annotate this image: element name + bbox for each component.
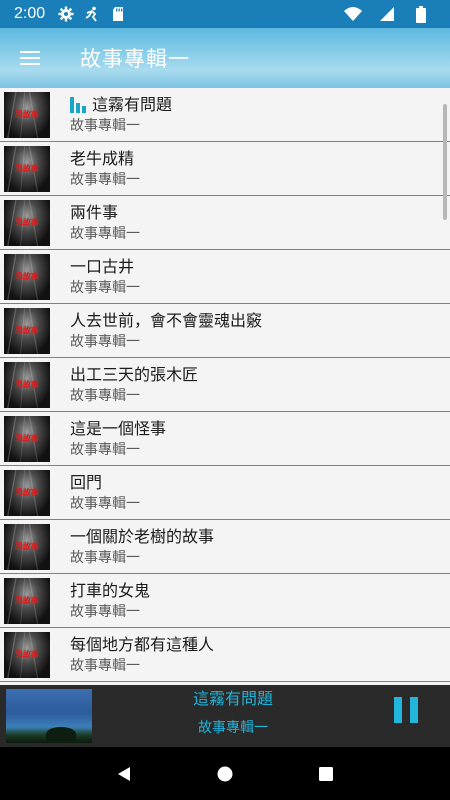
list-item-subtitle: 故事專輯一 <box>70 441 140 458</box>
recents-button[interactable] <box>314 762 338 786</box>
list-item-title-text: 回門 <box>70 472 103 492</box>
story-thumbnail: 恐故事 <box>4 307 50 354</box>
list-item-title: 這是一個怪事 <box>70 418 166 440</box>
list-item[interactable]: 恐故事 老牛成精故事專輯一 <box>0 142 450 196</box>
thumbnail-label: 恐故事 <box>15 486 39 497</box>
signal-icon <box>378 5 396 23</box>
story-thumbnail: 恐故事 <box>4 253 50 300</box>
list-item[interactable]: 恐故事 每個地方都有這種人 故事專輯一 <box>0 628 450 682</box>
thumbnail-label: 恐故事 <box>15 540 39 551</box>
player-info[interactable]: 這霧有問題 故事專輯一 <box>100 685 366 747</box>
app-bar: 故事專輯一 <box>0 28 450 88</box>
player-subtitle: 故事專輯一 <box>198 720 268 736</box>
story-thumbnail: 恐故事 <box>4 91 50 138</box>
list-item[interactable]: 恐故事 出工三天的張木匠 故事專輯一 <box>0 358 450 412</box>
back-button[interactable] <box>112 762 136 786</box>
list-item-title: 出工三天的張木匠 <box>70 364 198 386</box>
list-item-subtitle: 故事專輯一 <box>70 117 140 134</box>
list-item-subtitle: 故事專輯一 <box>70 657 140 674</box>
list-item[interactable]: 恐故事 回門故事專輯一 <box>0 466 450 520</box>
thumbnail-label: 恐故事 <box>15 378 39 389</box>
system-nav-bar <box>0 747 450 800</box>
list-item-title: 這霧有問題 <box>70 94 172 116</box>
list-item-title-text: 打車的女鬼 <box>70 580 151 600</box>
mini-player[interactable]: 這霧有問題 故事專輯一 <box>0 685 450 747</box>
gear-icon <box>57 5 75 23</box>
story-thumbnail: 恐故事 <box>4 199 50 246</box>
thumbnail-label: 恐故事 <box>15 432 39 443</box>
story-list[interactable]: 恐故事 這霧有問題 故事專輯一 恐故事 老牛成精 故事專輯一 恐故事 兩件事 故事專輯一 恐故事一… <box>0 88 450 685</box>
list-item-title: 兩件事 <box>70 202 140 224</box>
recents-icon <box>318 766 333 781</box>
now-playing-icon <box>70 96 86 113</box>
hamburger-icon <box>20 51 40 65</box>
pause-icon <box>394 697 402 723</box>
list-item-title: 回門 <box>70 472 140 494</box>
thumbnail-label: 恐故事 <box>15 324 39 335</box>
battery-icon <box>412 5 430 23</box>
list-item-title: 人去世前，會不會靈魂出竅 <box>70 310 262 332</box>
list-scrollbar[interactable] <box>443 104 447 220</box>
thumbnail-label: 恐故事 <box>15 108 39 119</box>
story-thumbnail: 恐故事 <box>4 577 50 624</box>
story-thumbnail: 恐故事 <box>4 469 50 516</box>
thumbnail-label: 恐故事 <box>15 216 39 227</box>
list-item-title-text: 這是一個怪事 <box>70 418 167 438</box>
list-item-title: 打車的女鬼 <box>70 580 150 602</box>
list-item[interactable]: 恐故事 一個關於老樹的故事 故事專輯一 <box>0 520 450 574</box>
list-item-subtitle: 故事專輯一 <box>70 225 140 242</box>
wifi-icon <box>344 5 362 23</box>
list-item-title-text: 出工三天的張木匠 <box>70 364 199 384</box>
list-item-subtitle: 故事專輯一 <box>70 495 140 512</box>
list-item-title-text: 一口古井 <box>70 256 135 276</box>
list-item[interactable]: 恐故事 人去世前，會不會靈魂出竅 故事專輯一 <box>0 304 450 358</box>
list-item-title: 每個地方都有這種人 <box>70 634 214 656</box>
thumbnail-label: 恐故事 <box>15 162 39 173</box>
thumbnail-label: 恐故事 <box>15 594 39 605</box>
list-item-title-text: 這霧有問題 <box>92 94 173 114</box>
list-item-title-text: 老牛成精 <box>70 148 135 168</box>
menu-button[interactable] <box>0 28 60 88</box>
list-item-subtitle: 故事專輯一 <box>70 171 140 188</box>
list-item-subtitle: 故事專輯一 <box>70 333 140 350</box>
list-item-title: 老牛成精 <box>70 148 140 170</box>
list-item-title: 一個關於老樹的故事 <box>70 526 214 548</box>
list-item-title-text: 每個地方都有這種人 <box>70 634 215 654</box>
story-thumbnail: 恐故事 <box>4 145 50 192</box>
list-item-subtitle: 故事專輯一 <box>70 603 140 620</box>
home-button[interactable] <box>213 762 237 786</box>
app-title: 故事專輯一 <box>80 47 190 71</box>
list-item-subtitle: 故事專輯一 <box>70 279 140 296</box>
story-thumbnail: 恐故事 <box>4 361 50 408</box>
list-item-subtitle: 故事專輯一 <box>70 549 140 566</box>
back-icon <box>118 766 131 781</box>
list-item-title-text: 兩件事 <box>70 202 119 222</box>
story-thumbnail: 恐故事 <box>4 415 50 462</box>
list-item[interactable]: 恐故事 一口古井故事專輯一 <box>0 250 450 304</box>
list-item-subtitle: 故事專輯一 <box>70 387 140 404</box>
story-thumbnail: 恐故事 <box>4 631 50 678</box>
pause-button[interactable] <box>394 697 418 723</box>
status-bar: 2:00 <box>0 0 450 28</box>
player-title: 這霧有問題 <box>192 689 273 708</box>
list-item[interactable]: 恐故事 打車的女鬼故事專輯一 <box>0 574 450 628</box>
home-icon <box>217 766 233 781</box>
list-item[interactable]: 恐故事 兩件事故事專輯一 <box>0 196 450 250</box>
fitness-icon <box>83 5 101 23</box>
list-item-title-text: 一個關於老樹的故事 <box>70 526 215 546</box>
player-cover-art <box>6 689 92 743</box>
thumbnail-label: 恐故事 <box>15 270 39 281</box>
list-item-title-text: 人去世前，會不會靈魂出竅 <box>70 310 263 330</box>
list-item[interactable]: 恐故事 這霧有問題故事專輯一 <box>0 88 450 142</box>
status-time: 2:00 <box>14 5 46 22</box>
list-item-title: 一口古井 <box>70 256 140 278</box>
story-thumbnail: 恐故事 <box>4 523 50 570</box>
sd-card-icon <box>109 5 127 23</box>
thumbnail-label: 恐故事 <box>15 648 39 659</box>
list-item[interactable]: 恐故事 這是一個怪事 故事專輯一 <box>0 412 450 466</box>
